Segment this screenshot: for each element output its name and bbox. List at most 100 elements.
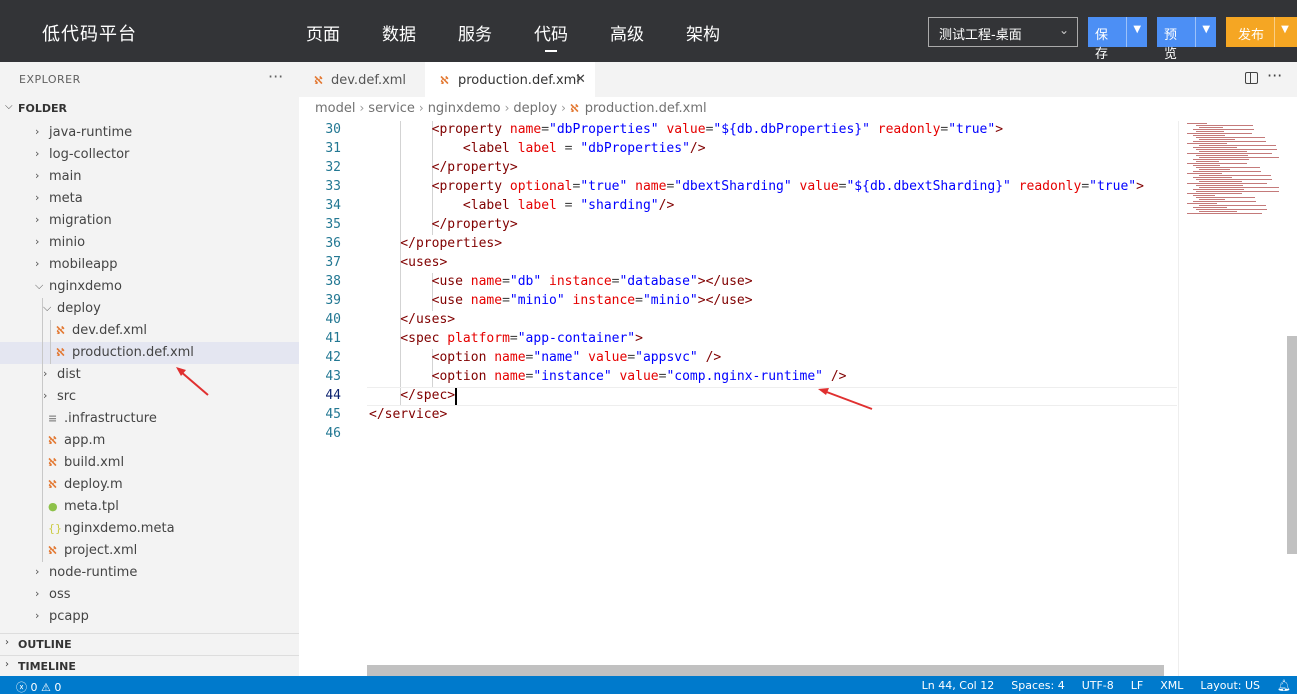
language-mode[interactable]: XML <box>1160 679 1183 692</box>
minimap-line <box>1199 199 1225 200</box>
tree-item-label: node-runtime <box>49 565 138 580</box>
tree-item-label: log-collector <box>49 147 130 162</box>
folder-section-header[interactable]: ⌵ FOLDER <box>0 98 299 120</box>
code-line[interactable]: </properties> <box>369 236 502 255</box>
indent-guide <box>42 496 43 518</box>
tree-item[interactable]: › meta <box>0 188 299 210</box>
close-icon[interactable]: ✕ <box>575 72 586 87</box>
tree-item[interactable]: › oss <box>0 584 299 606</box>
breadcrumb-item[interactable]: deploy <box>513 101 557 116</box>
tree-item[interactable]: ℵ project.xml <box>0 540 299 562</box>
minimap-line <box>1199 175 1271 176</box>
code-editor[interactable]: 30 <property name="dbProperties" value="… <box>299 121 1178 676</box>
line-number: 46 <box>325 426 341 441</box>
code-line[interactable]: <use name="minio" instance="minio"></use… <box>369 293 753 312</box>
tree-item[interactable]: › dist <box>0 364 299 386</box>
code-line[interactable]: </spec> <box>369 388 455 407</box>
tree-item[interactable]: {} nginxdemo.meta <box>0 518 299 540</box>
code-line[interactable]: <property name="dbProperties" value="${d… <box>369 122 1003 141</box>
code-token: optional <box>509 179 573 194</box>
indentation[interactable]: Spaces: 4 <box>1011 679 1064 692</box>
minimap-line <box>1196 167 1260 168</box>
code-token: /> <box>830 369 847 384</box>
save-button[interactable]: 保存 ▼ <box>1088 17 1147 62</box>
tree-item[interactable]: › src <box>0 386 299 408</box>
tree-item[interactable]: › main <box>0 166 299 188</box>
minimap-line <box>1193 165 1220 166</box>
tree-item[interactable]: ● meta.tpl <box>0 496 299 518</box>
tree-item[interactable]: ≡ .infrastructure <box>0 408 299 430</box>
tree-item[interactable]: › minio <box>0 232 299 254</box>
tree-item[interactable]: ℵ deploy.m <box>0 474 299 496</box>
tree-item[interactable]: ℵ dev.def.xml <box>0 320 299 342</box>
code-line[interactable]: </uses> <box>369 312 455 331</box>
tree-item[interactable]: ℵ app.m <box>0 430 299 452</box>
project-select[interactable]: 测试工程-桌面 ⌄ <box>928 17 1078 47</box>
minimap[interactable] <box>1178 121 1286 676</box>
code-line[interactable]: <label label = "sharding"/> <box>369 198 674 217</box>
tree-item[interactable]: ⌵ deploy <box>0 298 299 320</box>
code-line[interactable]: </property> <box>369 217 518 236</box>
code-line[interactable]: <uses> <box>369 255 447 274</box>
line-ending[interactable]: LF <box>1131 679 1143 692</box>
publish-button[interactable]: 发布 ▼ <box>1226 17 1297 47</box>
code-line[interactable]: <spec platform="app-container"> <box>369 331 643 350</box>
code-token: </uses> <box>369 312 456 327</box>
breadcrumb-item[interactable]: production.def.xml <box>585 101 707 116</box>
chevron-down-icon: ⌵ <box>5 101 13 112</box>
error-count: 0 <box>30 681 38 694</box>
folder-section-label: FOLDER <box>18 102 67 115</box>
minimap-line <box>1193 189 1244 190</box>
tree-item[interactable]: › mobileapp <box>0 254 299 276</box>
scrollbar-thumb[interactable] <box>1287 336 1297 554</box>
tree-item[interactable]: ⌵ nginxdemo <box>0 276 299 298</box>
tree-item[interactable]: › migration <box>0 210 299 232</box>
code-line[interactable]: <label label = "dbProperties"/> <box>369 141 706 160</box>
nav-data[interactable]: 数据 <box>382 20 458 45</box>
code-line[interactable]: <option name="name" value="appsvc" /> <box>369 350 722 369</box>
chevron-down-icon: ⌄ <box>1058 23 1069 37</box>
cursor-position[interactable]: Ln 44, Col 12 <box>922 679 995 692</box>
tree-item[interactable]: ℵ build.xml <box>0 452 299 474</box>
more-actions-icon[interactable]: ··· <box>1267 66 1282 85</box>
code-line[interactable]: </property> <box>369 160 518 179</box>
code-token: "minio" <box>509 293 565 308</box>
tree-item[interactable]: › node-runtime <box>0 562 299 584</box>
minimap-line <box>1199 145 1276 146</box>
tab-production-def-xml[interactable]: ℵ production.def.xml ✕ <box>425 62 595 97</box>
tree-item[interactable]: › log-collector <box>0 144 299 166</box>
nav-advanced[interactable]: 高级 <box>610 20 686 45</box>
preview-button[interactable]: 预览 ▼ <box>1157 17 1216 62</box>
vertical-scrollbar[interactable] <box>1286 121 1297 676</box>
problems-indicator[interactable]: ⓧ 0 ⚠ 0 <box>16 679 61 695</box>
breadcrumb-item[interactable]: nginxdemo <box>428 101 501 116</box>
breadcrumb-item[interactable]: service <box>368 101 415 116</box>
keyboard-layout[interactable]: Layout: US <box>1200 679 1260 692</box>
tree-item[interactable]: › java-runtime <box>0 122 299 144</box>
outline-section-header[interactable]: › OUTLINE <box>0 633 299 655</box>
nav-code[interactable]: 代码 <box>534 20 610 52</box>
preview-dropdown-icon[interactable]: ▼ <box>1195 17 1216 47</box>
code-line[interactable]: <property optional="true" name="dbextSha… <box>369 179 1144 198</box>
nav-services[interactable]: 服务 <box>458 20 534 45</box>
nav-pages[interactable]: 页面 <box>306 20 382 45</box>
code-line[interactable]: <option name="instance" value="comp.ngin… <box>369 369 847 388</box>
tree-item[interactable]: › pcapp <box>0 606 299 628</box>
chevron-right-icon: › <box>35 609 40 622</box>
nav-architecture[interactable]: 架构 <box>686 20 762 45</box>
code-line[interactable]: </service> <box>369 407 447 426</box>
more-actions-icon[interactable]: ··· <box>268 67 283 86</box>
encoding[interactable]: UTF-8 <box>1082 679 1114 692</box>
tree-item[interactable]: ℵ production.def.xml <box>0 342 299 364</box>
tab-dev-def-xml[interactable]: ℵ dev.def.xml <box>299 62 425 97</box>
timeline-section-header[interactable]: › TIMELINE <box>0 655 299 677</box>
code-line[interactable]: <use name="db" instance="database"></use… <box>369 274 753 293</box>
publish-dropdown-icon[interactable]: ▼ <box>1274 17 1295 47</box>
split-editor-icon[interactable] <box>1245 72 1258 84</box>
save-dropdown-icon[interactable]: ▼ <box>1126 17 1147 47</box>
breadcrumb-item[interactable]: model <box>315 101 355 116</box>
bell-icon[interactable]: 🔔︎ <box>1277 679 1291 692</box>
horizontal-scrollbar[interactable] <box>367 665 1164 676</box>
